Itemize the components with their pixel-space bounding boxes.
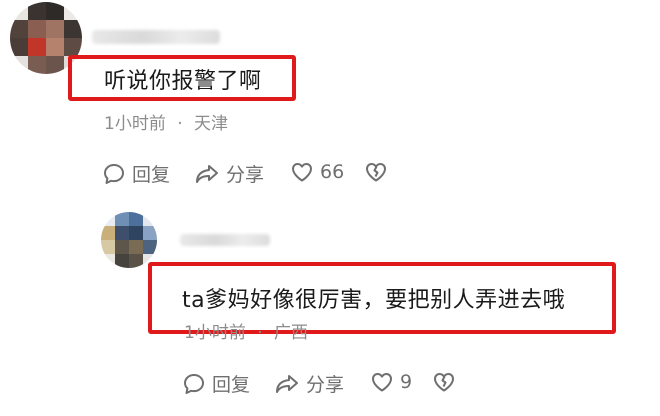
dislike-button[interactable] — [364, 160, 388, 184]
like-count: 66 — [320, 161, 345, 183]
reply-button[interactable]: 回复 — [182, 370, 250, 397]
share-button[interactable]: 分享 — [274, 370, 344, 397]
heart-icon — [292, 163, 312, 182]
comment-time: 1小时前 — [104, 114, 166, 134]
meta-separator: · — [177, 114, 183, 134]
reply-label: 回复 — [132, 164, 171, 186]
dislike-button[interactable] — [432, 370, 456, 394]
broken-heart-icon — [434, 373, 454, 392]
comment-bubble-icon — [184, 373, 204, 394]
username-blurred — [92, 30, 220, 44]
comment-time: 1小时前 — [184, 323, 246, 343]
heart-icon — [372, 373, 392, 392]
comment-text: ta爹妈好像很厉害，要把别人弄进去哦 — [182, 288, 566, 313]
share-label: 分享 — [306, 374, 345, 396]
comment-meta: 1小时前 · 天津 — [104, 109, 228, 134]
share-arrow-icon — [196, 164, 218, 183]
comment-text: 听说你报警了啊 — [104, 69, 262, 94]
like-count: 9 — [400, 371, 413, 393]
comment-location: 天津 — [194, 114, 229, 134]
reply-button[interactable]: 回复 — [102, 160, 170, 187]
comment-location: 广西 — [274, 323, 309, 343]
share-label: 分享 — [226, 164, 265, 186]
share-arrow-icon — [276, 374, 298, 393]
reply-label: 回复 — [212, 374, 251, 396]
comment-bubble-icon — [104, 163, 124, 184]
meta-separator: · — [257, 323, 263, 343]
share-button[interactable]: 分享 — [194, 160, 264, 187]
like-button[interactable]: 66 — [290, 160, 344, 184]
avatar[interactable] — [101, 212, 157, 268]
broken-heart-icon — [366, 163, 386, 182]
comment-meta: 1小时前 · 广西 — [184, 318, 308, 343]
username-blurred — [180, 234, 270, 246]
like-button[interactable]: 9 — [370, 370, 412, 394]
